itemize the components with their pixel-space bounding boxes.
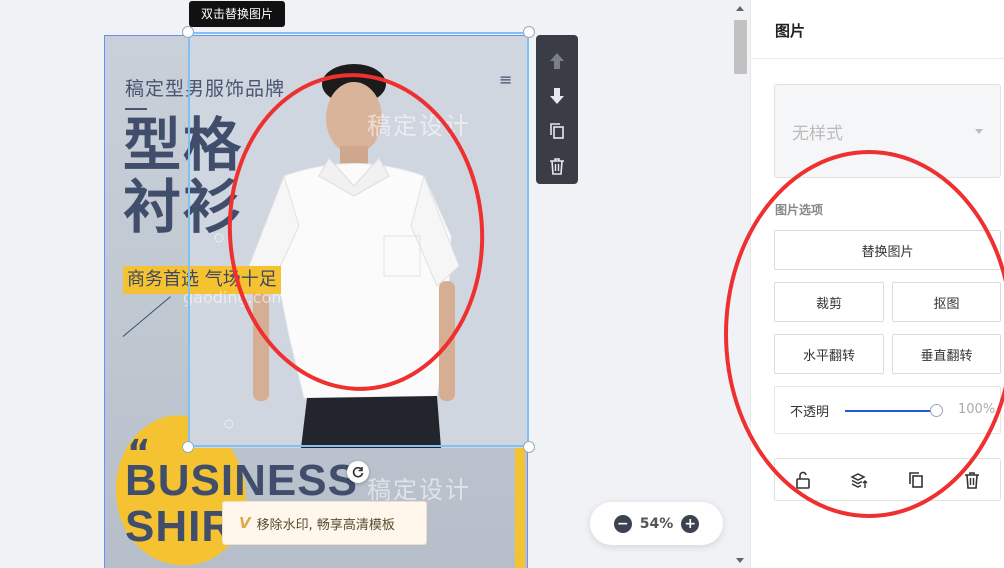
scrollbar-thumb[interactable]: [734, 20, 747, 74]
panel-divider: [751, 58, 1004, 59]
poster-title[interactable]: 型格 衬衫: [123, 114, 273, 238]
panel-title: 图片: [775, 22, 806, 40]
copy-button[interactable]: [888, 459, 944, 500]
unlock-icon: [796, 471, 810, 489]
watermark-text: 稿定设计: [367, 476, 471, 504]
title-line-2[interactable]: 衬衫: [123, 176, 273, 238]
duplicate-button[interactable]: [536, 113, 578, 148]
chevron-down-icon: [975, 129, 983, 134]
opacity-slider-knob[interactable]: [930, 404, 943, 417]
rotate-handle[interactable]: [347, 461, 369, 483]
scroll-up-icon[interactable]: [736, 6, 744, 11]
floating-toolbar: [536, 35, 578, 184]
style-select[interactable]: 无样式: [774, 84, 1001, 178]
image-action-bar: [774, 458, 1001, 501]
layers-icon: [850, 472, 868, 488]
image-properties-panel: 图片 无样式 图片选项 替换图片 裁剪 抠图 水平翻转 垂直翻转 不透明 100…: [724, 0, 1004, 568]
canvas-area: 稿定型男服饰品牌 型格 衬衫 商务首选 气场十足 ≡ “ BUSINESS SH…: [0, 0, 732, 568]
zoom-in-button[interactable]: +: [681, 514, 700, 533]
resize-handle-top-left[interactable]: [182, 26, 194, 38]
flip-horizontal-button[interactable]: 水平翻转: [774, 334, 884, 374]
opacity-slider-track[interactable]: [845, 410, 937, 412]
title-line-1[interactable]: 型格: [123, 114, 273, 176]
brand-dash: [125, 108, 147, 110]
delete-button[interactable]: [536, 148, 578, 183]
copy-icon: [908, 471, 923, 488]
flip-vertical-button[interactable]: 垂直翻转: [892, 334, 1001, 374]
vertical-scrollbar[interactable]: [732, 0, 749, 568]
section-label-image-options: 图片选项: [775, 203, 824, 217]
opacity-label: 不透明: [790, 405, 830, 420]
brand-text[interactable]: 稿定型男服饰品牌: [125, 74, 285, 101]
copy-icon: [550, 122, 564, 139]
resize-handle-bottom-right[interactable]: [523, 441, 535, 453]
move-up-button[interactable]: [536, 43, 578, 78]
zoom-out-button[interactable]: −: [613, 514, 632, 533]
zoom-control: − 54% +: [590, 502, 723, 545]
watermark-domain: gaoding.com: [183, 288, 287, 307]
crop-button[interactable]: 裁剪: [774, 282, 884, 322]
menu-icon: ≡: [499, 70, 513, 89]
style-select-value: 无样式: [792, 124, 843, 144]
trash-icon: [550, 157, 564, 175]
opacity-control: 不透明 100%: [774, 386, 1001, 434]
trash-icon: [964, 471, 979, 489]
layer-button[interactable]: [831, 459, 887, 500]
replace-image-button[interactable]: 替换图片: [774, 230, 1001, 270]
remove-watermark-button[interactable]: V 移除水印, 畅享高清模板: [222, 501, 427, 545]
scroll-down-icon[interactable]: [736, 558, 744, 563]
business-line-1[interactable]: BUSINESS: [125, 458, 358, 504]
zoom-level: 54%: [639, 515, 674, 532]
remove-watermark-label: 移除水印, 畅享高清模板: [256, 517, 395, 533]
yellow-bar-decoration: [515, 448, 525, 568]
poster-canvas[interactable]: 稿定型男服饰品牌 型格 衬衫 商务首选 气场十足 ≡ “ BUSINESS SH…: [104, 35, 528, 568]
resize-handle-top-right[interactable]: [523, 26, 535, 38]
lock-button[interactable]: [775, 459, 831, 500]
delete-image-button[interactable]: [944, 459, 1000, 500]
vip-icon: V: [239, 514, 251, 532]
arrow-up-icon: [550, 52, 564, 69]
rotate-icon: [352, 466, 364, 478]
opacity-value: 100%: [958, 402, 996, 417]
tooltip-double-click: 双击替换图片: [189, 1, 286, 27]
watermark-text: 稿定设计: [367, 112, 471, 140]
arrow-down-icon: [550, 87, 564, 104]
move-down-button[interactable]: [536, 78, 578, 113]
cutout-button[interactable]: 抠图: [892, 282, 1001, 322]
resize-handle-bottom-left[interactable]: [182, 441, 194, 453]
